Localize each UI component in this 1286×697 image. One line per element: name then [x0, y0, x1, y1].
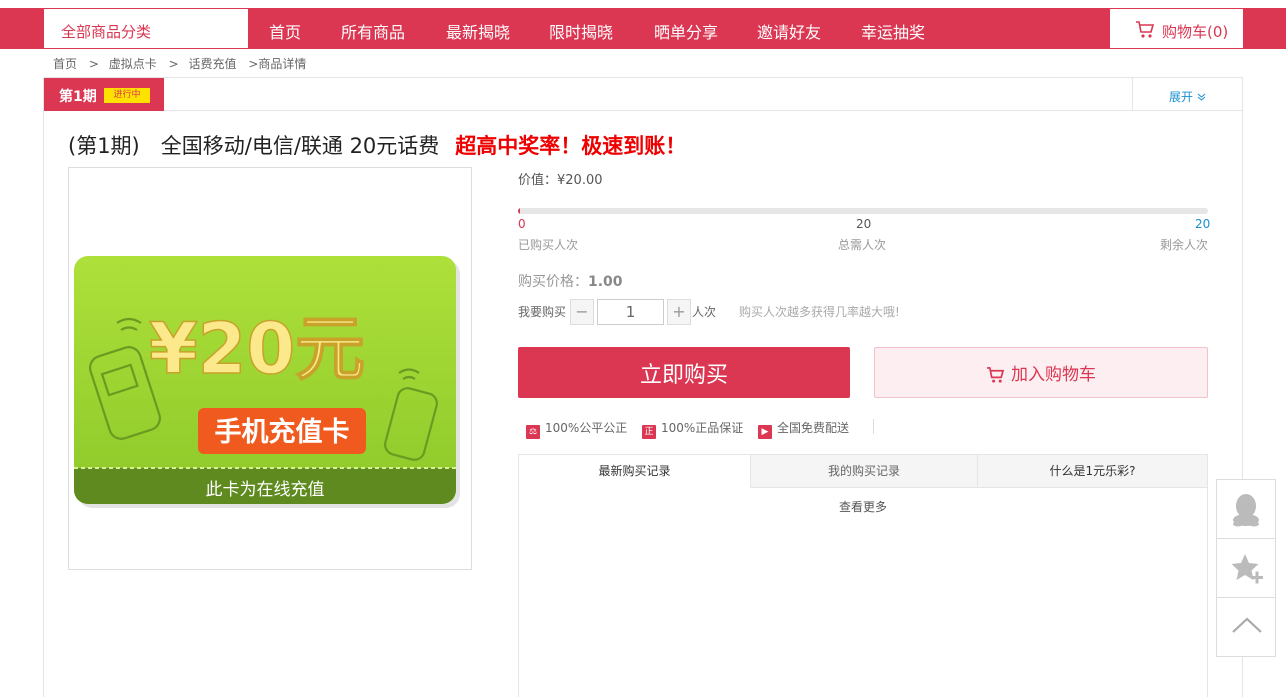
cart-icon: [1136, 21, 1155, 38]
view-more-link[interactable]: 查看更多: [519, 498, 1207, 515]
breadcrumb-home[interactable]: 首页: [53, 57, 77, 71]
breadcrumb-sep: >: [88, 57, 99, 71]
product-title-text: (第1期) 全国移动/电信/联通 20元话费: [68, 134, 440, 158]
back-to-top-button[interactable]: [1217, 598, 1275, 657]
qty-increase-button[interactable]: +: [667, 299, 691, 325]
product-title: (第1期) 全国移动/电信/联通 20元话费 超高中奖率！极速到账！: [68, 130, 686, 160]
expand-label: 展开: [1169, 90, 1194, 104]
nav-all-products[interactable]: 所有商品: [341, 19, 405, 43]
qty-tip: 购买人次越多获得几率越大哦!: [739, 305, 900, 319]
period-bar: 第1期 进行中 展开: [44, 78, 1242, 111]
qty-input[interactable]: [597, 299, 664, 325]
qty-unit: 人次: [692, 305, 717, 319]
nav-home[interactable]: 首页: [269, 19, 301, 43]
truck-icon: ▶: [758, 425, 772, 439]
card-type: 手机充值卡: [215, 416, 350, 448]
nav-invite[interactable]: 邀请好友: [757, 19, 821, 43]
favorite-button[interactable]: [1217, 539, 1275, 598]
product-highlight: 超高中奖率！极速到账！: [455, 134, 687, 158]
remaining-label: 剩余人次: [1160, 238, 1209, 252]
nav-lottery[interactable]: 幸运抽奖: [861, 19, 925, 43]
progress-bar: [518, 208, 1208, 214]
chevron-up-icon: [1232, 617, 1262, 633]
nav-timed-results[interactable]: 限时揭晓: [549, 19, 613, 43]
guarantee-fair-label: 100%公平公正: [545, 421, 628, 435]
zheng-icon: 正: [642, 425, 656, 439]
progress-fill: [518, 208, 521, 214]
period-tab[interactable]: 第1期 进行中: [44, 78, 164, 111]
qq-icon: [1233, 494, 1259, 527]
records-panel: 最新购买记录 我的购买记录 什么是1元乐彩? 查看更多: [518, 454, 1208, 697]
buy-price-label: 购买价格：: [518, 274, 588, 290]
tab-latest-records[interactable]: 最新购买记录: [519, 455, 750, 488]
expand-button[interactable]: 展开: [1132, 78, 1242, 111]
buy-price: 购买价格：1.00: [518, 271, 623, 291]
breadcrumb-phone-topup[interactable]: 话费充值: [188, 57, 236, 71]
cart-button[interactable]: 购物车(0): [1109, 8, 1244, 49]
buy-price-value: 1.00: [588, 274, 623, 290]
card-note: 此卡为在线充值: [206, 480, 325, 500]
add-to-cart-label: 加入购物车: [1011, 365, 1096, 385]
breadcrumb-virtual-cards[interactable]: 虚拟点卡: [109, 57, 157, 71]
breadcrumb: 首页 > 虚拟点卡 > 话费充值 >商品详情: [53, 55, 308, 72]
guarantee-fair: ⚖ 100%公平公正: [526, 419, 627, 439]
breadcrumb-current: >商品详情: [248, 57, 307, 71]
guarantee-genuine-label: 100%正品保证: [661, 421, 744, 435]
cart-label: 购物车(0): [1162, 23, 1229, 41]
qq-service-button[interactable]: [1217, 480, 1275, 539]
nav-share[interactable]: 晒单分享: [654, 19, 718, 43]
tab-what-is[interactable]: 什么是1元乐彩?: [977, 455, 1207, 488]
total-label: 总需人次: [838, 238, 887, 252]
remaining-count: 20: [1195, 217, 1211, 231]
bought-count: 0: [518, 217, 526, 231]
guarantee-free-shipping: ▶ 全国免费配送: [758, 419, 849, 439]
status-badge: 进行中: [104, 88, 150, 103]
total-count: 20: [856, 217, 872, 231]
card-amount: ¥20元: [149, 308, 365, 390]
qty-decrease-button[interactable]: −: [570, 299, 594, 325]
period-label: 第1期: [59, 89, 97, 105]
product-image: ¥20元 手机充值卡 此卡为在线充值: [68, 167, 472, 570]
floating-toolbar: [1216, 479, 1276, 657]
guarantee-shipping-label: 全国免费配送: [777, 421, 850, 435]
bought-label: 已购买人次: [518, 238, 579, 252]
top-nav-bar: 全部商品分类 首页 所有商品 最新揭晓 限时揭晓 晒单分享 邀请好友 幸运抽奖 …: [0, 8, 1286, 49]
category-label: 全部商品分类: [61, 23, 152, 41]
qty-label: 我要购买: [518, 305, 567, 319]
star-add-icon: [1231, 554, 1263, 584]
nav-latest-results[interactable]: 最新揭晓: [446, 19, 510, 43]
tab-my-records[interactable]: 我的购买记录: [750, 455, 977, 488]
category-menu[interactable]: 全部商品分类: [43, 8, 249, 49]
add-to-cart-button[interactable]: 加入购物车: [874, 347, 1208, 398]
cart-icon: [987, 366, 1005, 383]
recharge-card-image: ¥20元 手机充值卡 此卡为在线充值: [74, 256, 460, 508]
scale-icon: ⚖: [526, 425, 540, 439]
chevron-down-icon: [1197, 93, 1206, 101]
buy-now-button[interactable]: 立即购买: [518, 347, 850, 398]
value-line: 价值：¥20.00: [518, 173, 603, 188]
divider: [873, 419, 874, 434]
breadcrumb-sep: >: [168, 57, 179, 71]
guarantee-genuine: 正 100%正品保证: [642, 419, 743, 439]
